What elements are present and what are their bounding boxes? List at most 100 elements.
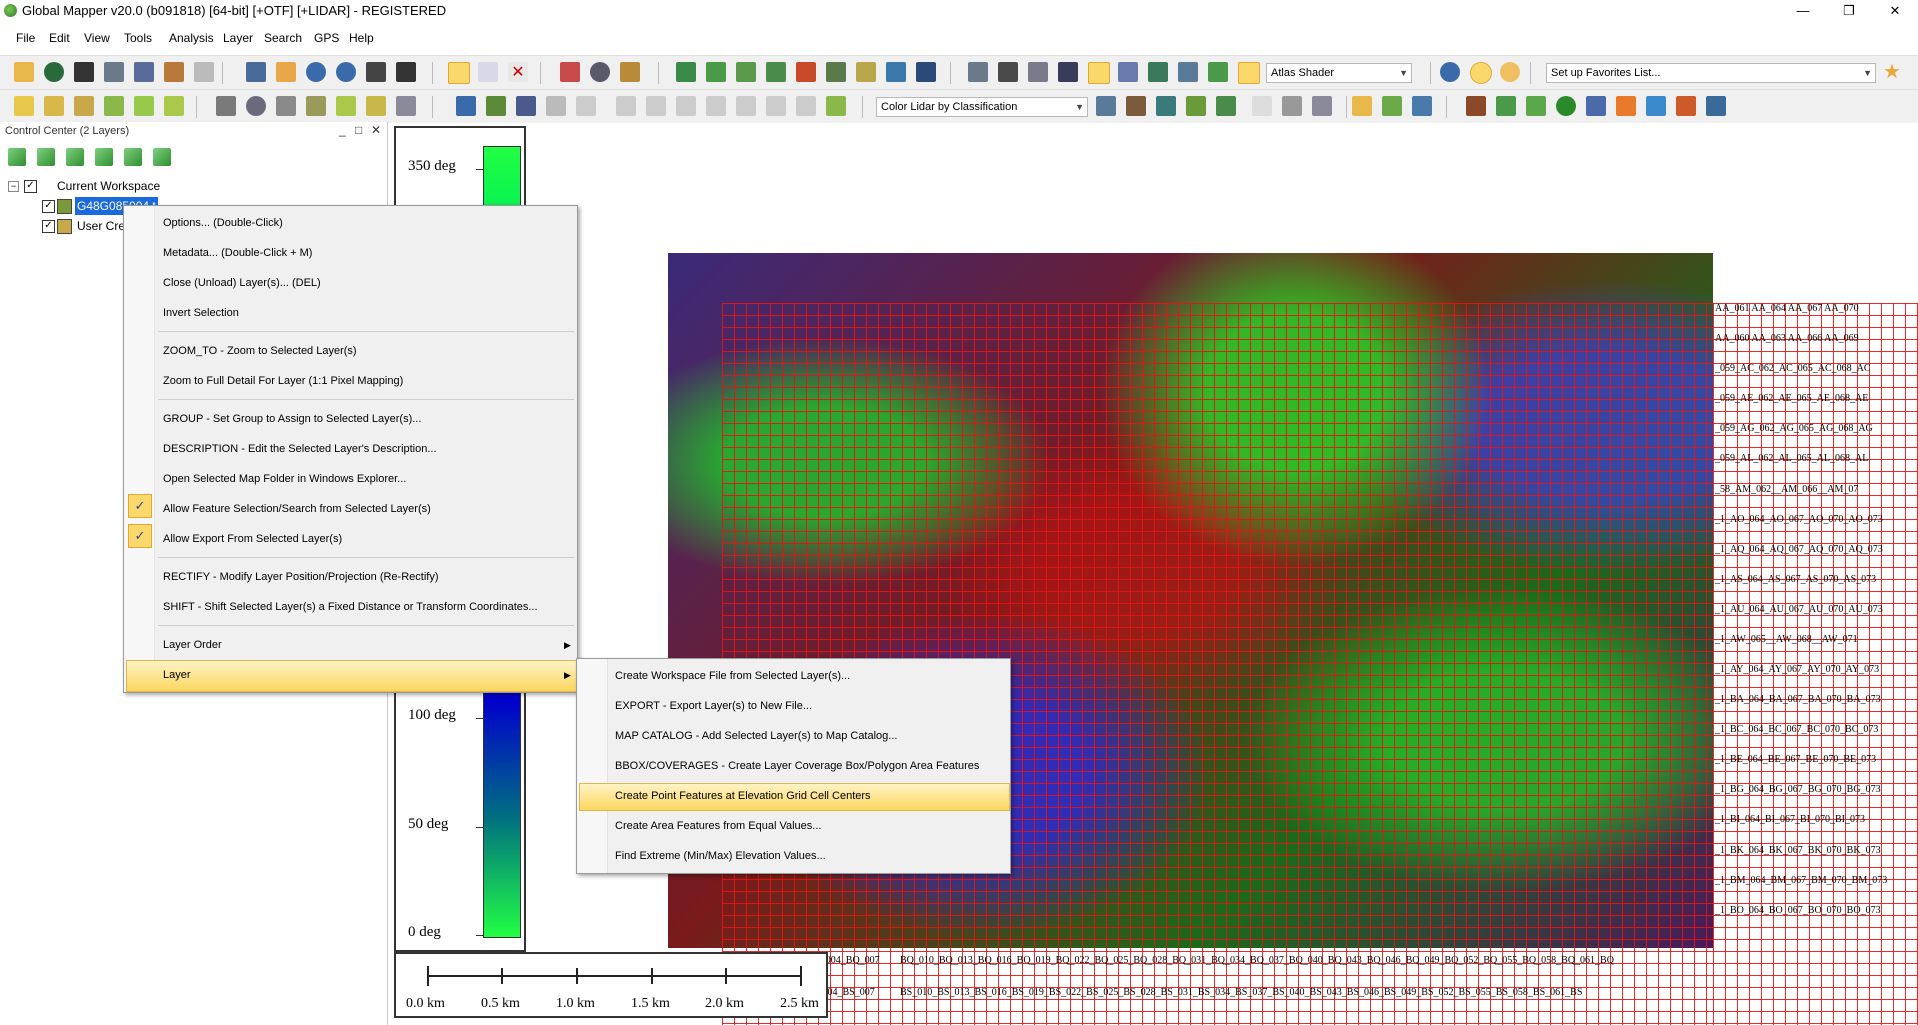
menu-edit[interactable]: Edit — [49, 31, 70, 45]
building-icon[interactable] — [1586, 96, 1606, 116]
open-folder-icon[interactable] — [14, 62, 34, 82]
config-wrench-icon[interactable] — [134, 62, 154, 82]
menu-item-options[interactable]: Options... (Double-Click) — [163, 210, 283, 236]
menu-gps[interactable]: GPS — [314, 31, 339, 45]
overlay-icon[interactable] — [164, 62, 184, 82]
submenu-item-create-area-features[interactable]: Create Area Features from Equal Values..… — [615, 813, 821, 839]
menu-item-description[interactable]: DESCRIPTION - Edit the Selected Layer's … — [163, 436, 437, 462]
draw-line-1-icon[interactable] — [14, 96, 34, 116]
delete-x-icon[interactable]: ✕ — [508, 62, 528, 82]
union-icon[interactable] — [736, 96, 756, 116]
lidar-1-icon[interactable] — [1118, 62, 1138, 82]
create-grid-icon[interactable] — [276, 96, 296, 116]
layer-zoom-icon[interactable] — [124, 148, 142, 166]
menu-layer[interactable]: Layer — [223, 31, 253, 45]
save-icon[interactable] — [74, 62, 94, 82]
draw-line-3-icon[interactable] — [74, 96, 94, 116]
favorites-dropdown[interactable]: Set up Favorites List... ▼ — [1546, 63, 1876, 83]
remove-layer-icon[interactable] — [66, 148, 84, 166]
zoom-in-icon[interactable] — [306, 62, 326, 82]
menu-item-metadata[interactable]: Metadata... (Double-Click + M) — [163, 240, 312, 266]
draw-line-6-icon[interactable] — [164, 96, 184, 116]
scale-icon[interactable] — [486, 96, 506, 116]
triangle-icon[interactable] — [1252, 96, 1272, 116]
crosshair-icon[interactable] — [1028, 62, 1048, 82]
add-layer-icon[interactable] — [8, 148, 26, 166]
move-icon[interactable] — [456, 96, 476, 116]
submenu-item-find-extreme[interactable]: Find Extreme (Min/Max) Elevation Values.… — [615, 843, 826, 869]
create-polyline-icon[interactable] — [216, 96, 236, 116]
info-icon[interactable] — [590, 62, 610, 82]
hatch-icon[interactable] — [1282, 96, 1302, 116]
lidar-2-icon[interactable] — [1148, 62, 1168, 82]
split-icon[interactable] — [616, 96, 636, 116]
layer-2-checkbox[interactable]: ✓ — [42, 220, 55, 233]
vegetation-med-icon[interactable] — [1526, 96, 1546, 116]
tree-icon[interactable] — [1556, 96, 1576, 116]
menu-item-rectify[interactable]: RECTIFY - Modify Layer Position/Projecti… — [163, 564, 439, 590]
lidar-3-icon[interactable] — [1178, 62, 1198, 82]
terrain-5-icon[interactable] — [796, 62, 816, 82]
lidar-5-icon[interactable] — [1238, 62, 1260, 84]
panel-close-button[interactable]: ✕ — [371, 123, 381, 137]
pan-hand-icon[interactable] — [276, 62, 296, 82]
close-button[interactable]: ✕ — [1872, 0, 1918, 22]
rotate-icon[interactable] — [516, 96, 536, 116]
panel-maximize-button[interactable]: □ — [355, 123, 362, 137]
favorite-star-icon[interactable]: ★ — [1882, 62, 1902, 82]
menu-item-allow-selection[interactable]: Allow Feature Selection/Search from Sele… — [163, 496, 431, 522]
panel-minimize-button[interactable]: _ — [339, 123, 346, 137]
contour-icon[interactable] — [826, 62, 846, 82]
home-icon[interactable] — [396, 62, 416, 82]
buffer-icon[interactable] — [706, 96, 726, 116]
lidar-tool-5-icon[interactable] — [1216, 96, 1236, 116]
menu-item-group[interactable]: GROUP - Set Group to Assign to Selected … — [163, 406, 421, 432]
menu-item-close-layers[interactable]: Close (Unload) Layer(s)... (DEL) — [163, 270, 321, 296]
terrain-4-icon[interactable] — [766, 62, 786, 82]
restore-button[interactable]: ❐ — [1826, 0, 1872, 22]
satellite-icon[interactable] — [916, 62, 936, 82]
menu-item-invert-selection[interactable]: Invert Selection — [163, 300, 239, 326]
lidar-tool-2-icon[interactable] — [1126, 96, 1146, 116]
collapse-toggle-icon[interactable]: − — [8, 181, 19, 192]
noise-icon[interactable] — [1676, 96, 1696, 116]
layer-visibility-icon[interactable] — [153, 148, 171, 166]
layer-options-icon[interactable] — [95, 148, 113, 166]
draw-line-5-icon[interactable] — [134, 96, 154, 116]
edit-feature-icon[interactable] — [336, 96, 356, 116]
menu-item-zoom-full-detail[interactable]: Zoom to Full Detail For Layer (1:1 Pixel… — [163, 368, 403, 394]
filter-icon[interactable] — [1352, 96, 1372, 116]
classify-edit-icon[interactable] — [1382, 96, 1402, 116]
minimize-button[interactable]: — — [1780, 0, 1826, 22]
lidar-tool-4-icon[interactable] — [1186, 96, 1206, 116]
lidar-search-icon[interactable] — [1312, 96, 1332, 116]
water-icon[interactable] — [1646, 96, 1666, 116]
projection-globe-icon[interactable] — [1440, 62, 1460, 82]
tree-row-workspace[interactable]: − ✓ Current Workspace — [8, 177, 308, 195]
menu-item-allow-export[interactable]: Allow Export From Selected Layer(s) — [163, 526, 342, 552]
intersect-icon[interactable] — [766, 96, 786, 116]
powerline-icon[interactable] — [1616, 96, 1636, 116]
shader-dropdown[interactable]: Atlas Shader ▼ — [1266, 63, 1412, 83]
split-view-icon[interactable] — [968, 62, 988, 82]
watershed-icon[interactable] — [856, 62, 876, 82]
classify-settings-icon[interactable] — [1412, 96, 1432, 116]
create-feature-icon[interactable] — [306, 96, 326, 116]
draw-line-4-icon[interactable] — [104, 96, 124, 116]
menu-item-open-folder[interactable]: Open Selected Map Folder in Windows Expl… — [163, 466, 406, 492]
menu-analysis[interactable]: Analysis — [169, 31, 214, 45]
shader-toggle-icon[interactable] — [1088, 62, 1110, 84]
submenu-item-create-point-features[interactable]: Create Point Features at Elevation Grid … — [615, 783, 871, 809]
3d-view-icon[interactable] — [1058, 62, 1078, 82]
menu-file[interactable]: File — [16, 31, 35, 45]
print-icon[interactable] — [104, 62, 124, 82]
workspace-checkbox[interactable]: ✓ — [24, 180, 37, 193]
terrain-3-icon[interactable] — [736, 62, 756, 82]
layer-1-checkbox[interactable]: ✓ — [42, 200, 55, 213]
terrain-1-icon[interactable] — [676, 62, 696, 82]
insert-vertex-icon[interactable] — [576, 96, 596, 116]
pencil-icon[interactable] — [366, 96, 386, 116]
edit-vertex-icon[interactable] — [396, 96, 416, 116]
digitizer-pencil-icon[interactable] — [448, 62, 470, 84]
join-icon[interactable] — [646, 96, 666, 116]
